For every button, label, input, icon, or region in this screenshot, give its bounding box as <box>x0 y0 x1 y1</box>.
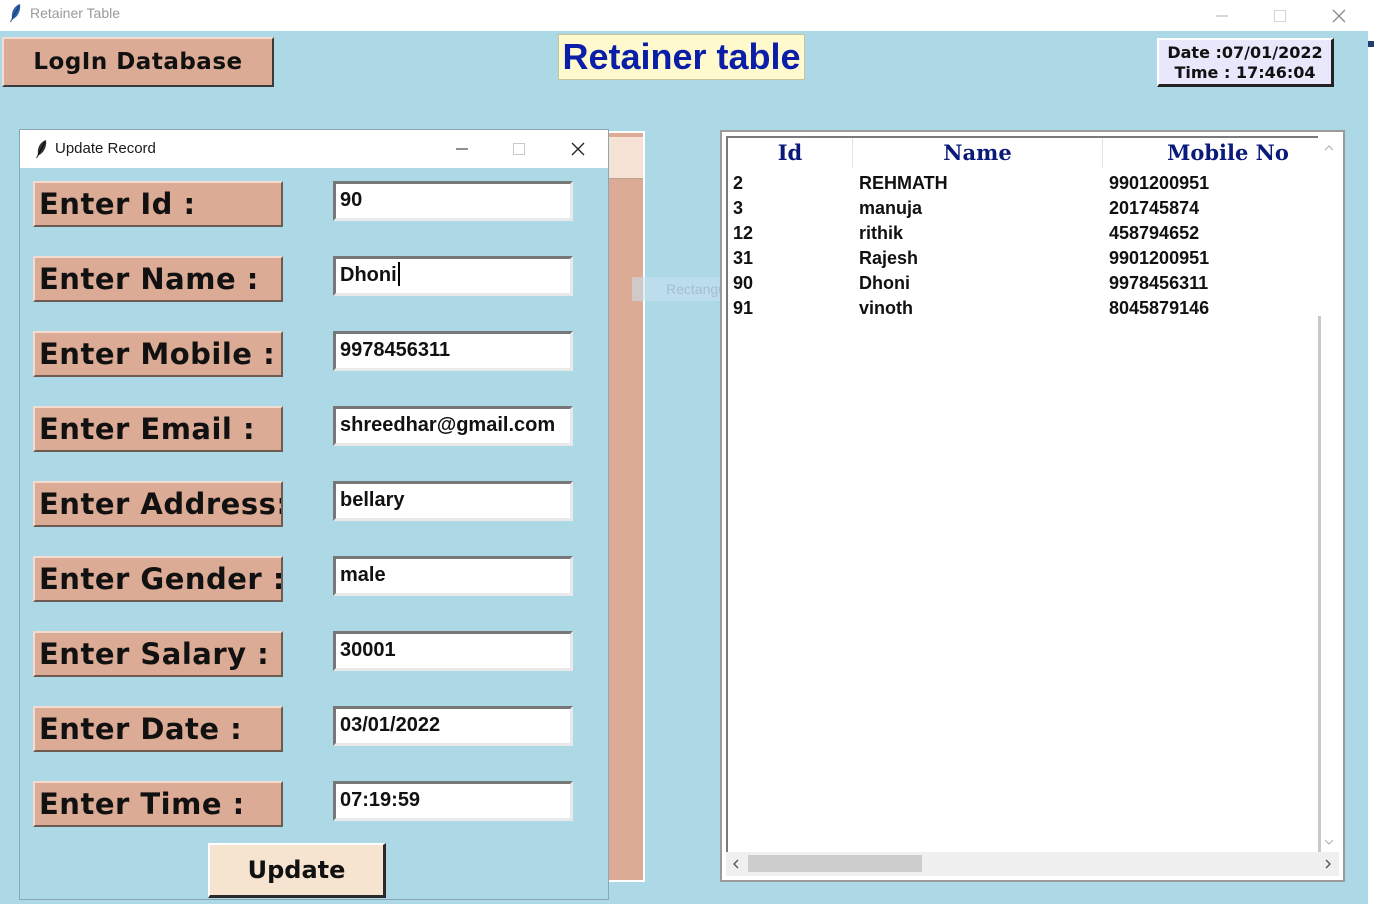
table-header: Id Name Mobile No <box>728 138 1320 168</box>
cell-mobile: 9901200951 <box>1109 173 1210 193</box>
table-row[interactable]: 90 Dhoni 9978456311 <box>728 271 1320 296</box>
cell-id: 3 <box>733 198 744 218</box>
chevron-up-icon[interactable] <box>1318 138 1339 158</box>
maximize-icon[interactable] <box>494 130 544 168</box>
cell-name: Rajesh <box>859 248 919 268</box>
time-field[interactable]: 07:19:59 <box>333 781 573 821</box>
cell-mobile: 9978456311 <box>1109 273 1209 293</box>
dialog-title: Update Record <box>55 140 156 157</box>
minimize-icon[interactable] <box>437 130 487 168</box>
window-edge <box>1368 31 1374 904</box>
cell-mobile: 458794652 <box>1109 223 1200 243</box>
close-icon[interactable] <box>1316 0 1362 31</box>
edge-marker <box>1368 41 1374 47</box>
retainer-table: Id Name Mobile No 2 REHMATH 9901200951 3… <box>720 130 1345 882</box>
cell-name: Dhoni <box>859 273 910 293</box>
name-field[interactable]: Dhoni <box>333 256 573 296</box>
cell-mobile: 201745874 <box>1109 198 1200 218</box>
cell-id: 2 <box>733 173 744 193</box>
cell-name: rithik <box>859 223 904 243</box>
login-database-button[interactable]: LogIn Database <box>2 37 274 87</box>
gender-label: Enter Gender : <box>33 556 283 602</box>
date-text: Date :07/01/2022 <box>1167 43 1323 62</box>
cell-id: 90 <box>733 273 754 293</box>
table-row[interactable]: 3 manuja 201745874 <box>728 196 1320 221</box>
gender-field[interactable]: male <box>333 556 573 596</box>
mobile-field[interactable]: 9978456311 <box>333 331 573 371</box>
window-title: Retainer Table <box>30 5 121 21</box>
maximize-icon[interactable] <box>1257 0 1303 31</box>
page-title: Retainer table <box>558 34 805 80</box>
table-row[interactable]: 12 rithik 458794652 <box>728 221 1320 246</box>
update-button[interactable]: Update <box>208 843 386 898</box>
text-caret <box>397 262 400 286</box>
address-label: Enter Address: <box>33 481 283 527</box>
date-field[interactable]: 03/01/2022 <box>333 706 573 746</box>
time-text: Time : 17:46:04 <box>1174 63 1316 82</box>
cell-id: 12 <box>733 223 754 243</box>
name-value: Dhoni <box>340 264 397 286</box>
table-row[interactable]: 2 REHMATH 9901200951 <box>728 171 1320 196</box>
column-header-id[interactable]: Id <box>728 138 853 168</box>
cell-id: 31 <box>733 248 754 268</box>
table-row[interactable]: 91 vinoth 8045879146 <box>728 296 1320 321</box>
id-label: Enter Id : <box>33 181 283 227</box>
cell-name: vinoth <box>859 298 913 318</box>
vertical-scroll-thumb[interactable] <box>1318 316 1321 852</box>
window-titlebar: Retainer Table <box>0 0 1374 31</box>
datetime-display: Date :07/01/2022 Time : 17:46:04 <box>1157 38 1334 87</box>
close-icon[interactable] <box>553 130 603 168</box>
column-header-name[interactable]: Name <box>853 138 1103 168</box>
minimize-icon[interactable] <box>1199 0 1245 31</box>
table-row[interactable]: 31 Rajesh 9901200951 <box>728 246 1320 271</box>
salary-label: Enter Salary : <box>33 631 283 677</box>
chevron-left-icon[interactable] <box>726 852 746 876</box>
horizontal-scrollbar[interactable] <box>726 852 1339 876</box>
mobile-label: Enter Mobile : <box>33 331 283 377</box>
table-rows: 2 REHMATH 9901200951 3 manuja 201745874 … <box>728 171 1320 321</box>
horizontal-scroll-thumb[interactable] <box>748 855 922 872</box>
cell-name: manuja <box>859 198 923 218</box>
salary-field[interactable]: 30001 <box>333 631 573 671</box>
dialog-titlebar: Update Record <box>20 130 608 168</box>
feather-icon <box>8 3 22 23</box>
time-label: Enter Time : <box>33 781 283 827</box>
cell-mobile: 9901200951 <box>1109 248 1210 268</box>
chevron-down-icon[interactable] <box>1318 832 1339 852</box>
update-record-dialog: Update Record Enter Id : 90 Enter Name :… <box>19 129 609 900</box>
vertical-scrollbar[interactable] <box>1318 136 1339 852</box>
email-label: Enter Email : <box>33 406 283 452</box>
cell-name: REHMATH <box>859 173 948 193</box>
cell-id: 91 <box>733 298 754 318</box>
address-field[interactable]: bellary <box>333 481 573 521</box>
date-label: Enter Date : <box>33 706 283 752</box>
table-body[interactable]: Id Name Mobile No 2 REHMATH 9901200951 3… <box>726 136 1318 852</box>
cell-mobile: 8045879146 <box>1109 298 1210 318</box>
feather-icon <box>34 139 48 159</box>
column-header-mobile[interactable]: Mobile No <box>1103 138 1353 168</box>
email-field[interactable]: shreedhar@gmail.com <box>333 406 573 446</box>
name-label: Enter Name : <box>33 256 283 302</box>
id-field[interactable]: 90 <box>333 181 573 221</box>
chevron-right-icon[interactable] <box>1318 852 1338 876</box>
